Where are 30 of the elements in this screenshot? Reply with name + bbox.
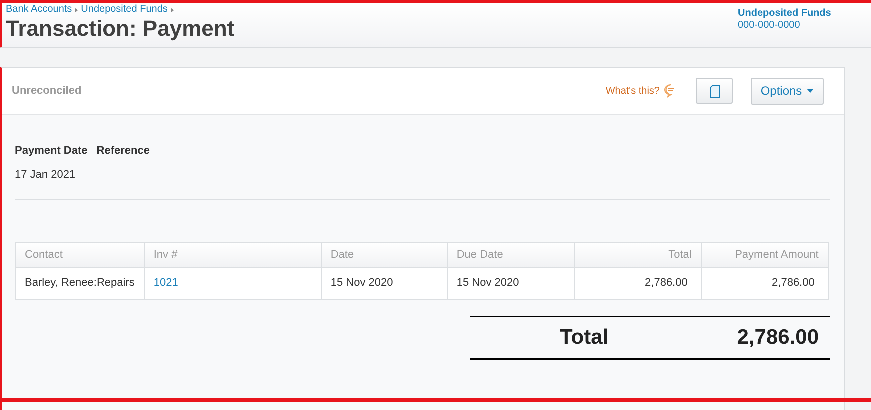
column-header: Inv # <box>144 242 322 268</box>
account-link[interactable]: Undeposited Funds <box>738 8 850 20</box>
help-link[interactable]: What's this? <box>606 84 660 98</box>
status-label: Unreconciled <box>12 84 82 99</box>
table-cell: 15 Nov 2020 <box>321 268 448 300</box>
breadcrumb-link[interactable]: Undeposited Funds <box>81 4 168 16</box>
column-header: Date <box>321 242 448 268</box>
options-button[interactable]: Options <box>751 78 824 104</box>
breadcrumb-link[interactable]: Bank Accounts <box>6 4 72 16</box>
caret-icon <box>807 89 814 93</box>
field-value: 17 Jan 2021 <box>15 168 76 182</box>
page-title: Transaction: Payment <box>6 16 235 42</box>
chevron-icon <box>170 8 174 13</box>
account-number: 000-000-0000 <box>738 20 802 32</box>
table-cell: Barley, Renee:Repairs <box>16 268 144 300</box>
table-cell: 2,786.00 <box>701 268 828 300</box>
total-amount: 2,786.00 <box>737 324 819 351</box>
table-cell: 2,786.00 <box>574 268 702 300</box>
chevron-icon <box>75 8 78 13</box>
total-label: Total <box>560 324 609 351</box>
invoice-link[interactable]: 1021 <box>144 268 322 300</box>
table-cell: 15 Nov 2020 <box>447 268 574 300</box>
field-label: Payment Date <box>15 144 88 159</box>
column-header: Contact <box>16 242 144 268</box>
document-button[interactable] <box>696 78 733 104</box>
column-header: Total <box>574 242 702 268</box>
column-header: Payment Amount <box>701 242 828 268</box>
document-icon <box>710 84 720 98</box>
field-label: Reference <box>96 144 150 159</box>
column-header: Due Date <box>447 242 574 268</box>
